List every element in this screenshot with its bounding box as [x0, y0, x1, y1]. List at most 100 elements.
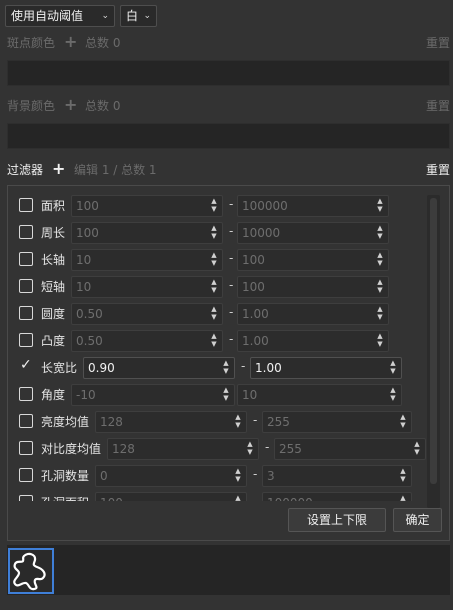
threshold-mode-value: 使用自动阈值: [11, 9, 84, 23]
blob-shape-icon: [13, 552, 46, 591]
filter-name: 短轴: [41, 280, 66, 294]
range-dash: -: [253, 413, 258, 427]
add-filter-icon[interactable]: +: [52, 160, 65, 178]
min-spinbox[interactable]: 0 ▲ ▼: [95, 465, 247, 487]
max-value: 255: [267, 415, 290, 429]
filter-checkbox[interactable]: [19, 387, 33, 401]
spin-arrows-icon[interactable]: ▲▼: [246, 440, 254, 456]
min-value: 128: [112, 442, 135, 456]
min-value: 0.50: [76, 307, 103, 321]
range-dash: -: [229, 197, 234, 211]
spin-arrows-icon[interactable]: ▲▼: [210, 224, 218, 240]
spot-color-count: 总数 0: [85, 36, 121, 50]
color-select-value: 白: [126, 9, 139, 23]
filter-name: 圆度: [41, 307, 66, 321]
spin-arrows-icon[interactable]: ▲▼: [210, 305, 218, 321]
filter-checkbox[interactable]: [19, 414, 33, 428]
spin-arrows-icon[interactable]: ▲▼: [210, 332, 218, 348]
min-spinbox[interactable]: -10 ▲ ▼: [71, 384, 235, 406]
filter-checkbox[interactable]: [19, 333, 33, 347]
filter-checkbox[interactable]: [19, 468, 33, 482]
min-spinbox[interactable]: 10 ▲ ▼: [71, 276, 223, 298]
min-spinbox[interactable]: 128 ▲ ▼: [107, 438, 259, 460]
threshold-mode-select[interactable]: 使用自动阈值 ⌄: [5, 5, 115, 27]
min-spinbox[interactable]: 100 ▲▼: [71, 195, 223, 217]
chevron-down-icon: ⌄: [143, 11, 151, 21]
max-spinbox[interactable]: 100 ▲ ▼: [237, 276, 389, 298]
spin-arrows-icon[interactable]: ▲▼: [234, 467, 242, 483]
bg-color-reset-button[interactable]: 重置: [426, 97, 450, 115]
max-spinbox[interactable]: 100 ▲ ▼: [237, 249, 389, 271]
confirm-button[interactable]: 确定: [393, 508, 442, 532]
max-value: 100000: [242, 199, 288, 213]
range-dash: -: [265, 440, 270, 454]
filter-checkbox[interactable]: [19, 306, 33, 320]
filter-checkbox[interactable]: [19, 441, 33, 455]
filter-name: 周长: [41, 226, 66, 240]
range-dash: -: [229, 251, 234, 265]
min-value: 100: [76, 199, 99, 213]
max-value: 10: [242, 388, 258, 402]
bg-color-list[interactable]: [7, 123, 450, 149]
filter-name: 角度: [41, 388, 66, 402]
bg-color-count: 总数 0: [85, 99, 121, 113]
spin-arrows-icon[interactable]: ▲▼: [376, 278, 384, 294]
add-bg-color-icon[interactable]: +: [64, 96, 77, 114]
spin-arrows-icon[interactable]: ▲▼: [222, 386, 230, 402]
min-value: 0: [100, 469, 108, 483]
max-spinbox[interactable]: 255 ▲ ▼: [262, 411, 412, 433]
spin-arrows-icon[interactable]: ▲▼: [399, 467, 407, 483]
spin-arrows-icon[interactable]: ▲▼: [210, 278, 218, 294]
spin-arrows-icon[interactable]: ▲▼: [389, 386, 397, 402]
range-dash: -: [253, 467, 258, 481]
max-spinbox[interactable]: 1.00 ▲ ▼: [237, 330, 389, 352]
filter-checkbox[interactable]: [19, 198, 33, 212]
spin-arrows-icon[interactable]: ▲▼: [376, 305, 384, 321]
add-spot-color-icon[interactable]: +: [64, 33, 77, 51]
filter-checkbox[interactable]: [19, 225, 33, 239]
min-spinbox[interactable]: 0.90 ▲ ▼: [83, 357, 235, 379]
filter-checkbox-checked[interactable]: [19, 357, 33, 374]
spin-arrows-icon[interactable]: ▲▼: [376, 251, 384, 267]
spin-arrows-icon[interactable]: ▲▼: [413, 440, 421, 456]
spin-arrows-icon[interactable]: ▲▼: [222, 359, 230, 375]
spot-color-reset-button[interactable]: 重置: [426, 34, 450, 52]
filter-checkbox[interactable]: [19, 252, 33, 266]
filter-scrollbar-thumb[interactable]: [430, 198, 437, 484]
filter-name: 面积: [41, 199, 66, 213]
filter-name: 孔洞数量: [41, 469, 90, 483]
max-spinbox[interactable]: 1.00 ▲ ▼: [237, 303, 389, 325]
max-value: 10000: [242, 226, 281, 240]
min-spinbox[interactable]: 0.50 ▲ ▼: [71, 330, 223, 352]
spin-arrows-icon[interactable]: ▲▼: [376, 197, 384, 213]
filter-name: 对比度均值: [41, 442, 102, 456]
spin-arrows-icon[interactable]: ▲▼: [389, 359, 397, 375]
spin-arrows-icon[interactable]: ▲▼: [376, 224, 384, 240]
max-value: 255: [279, 442, 302, 456]
max-spinbox[interactable]: 10 ▲ ▼: [237, 384, 402, 406]
max-spinbox[interactable]: 10000 ▲ ▼: [237, 222, 389, 244]
spot-color-list[interactable]: [7, 60, 450, 86]
min-spinbox[interactable]: 100 ▲▼: [71, 222, 223, 244]
max-spinbox[interactable]: 1.00 ▲ ▼: [250, 357, 402, 379]
bg-color-header: 背景颜色 + 总数 0 重置: [7, 96, 450, 115]
min-value: -10: [76, 388, 96, 402]
spin-arrows-icon[interactable]: ▲▼: [210, 197, 218, 213]
min-spinbox[interactable]: 0.50 ▲ ▼: [71, 303, 223, 325]
filter-checkbox[interactable]: [19, 279, 33, 293]
min-spinbox[interactable]: 128 ▲ ▼: [95, 411, 247, 433]
max-spinbox[interactable]: 100000 ▲▼: [237, 195, 389, 217]
spin-arrows-icon[interactable]: ▲▼: [376, 332, 384, 348]
set-limits-button[interactable]: 设置上下限: [288, 508, 386, 532]
max-spinbox[interactable]: 3 ▲ ▼: [262, 465, 412, 487]
spin-arrows-icon[interactable]: ▲▼: [210, 251, 218, 267]
preview-thumbnail[interactable]: [8, 548, 54, 594]
max-value: 100: [242, 253, 265, 267]
spin-arrows-icon[interactable]: ▲▼: [399, 413, 407, 429]
filter-reset-button[interactable]: 重置: [426, 161, 450, 179]
max-value: 1.00: [255, 361, 282, 375]
color-select[interactable]: 白 ⌄: [120, 5, 157, 27]
max-spinbox[interactable]: 255 ▲ ▼: [274, 438, 426, 460]
min-spinbox[interactable]: 10 ▲ ▼: [71, 249, 223, 271]
spin-arrows-icon[interactable]: ▲▼: [234, 413, 242, 429]
